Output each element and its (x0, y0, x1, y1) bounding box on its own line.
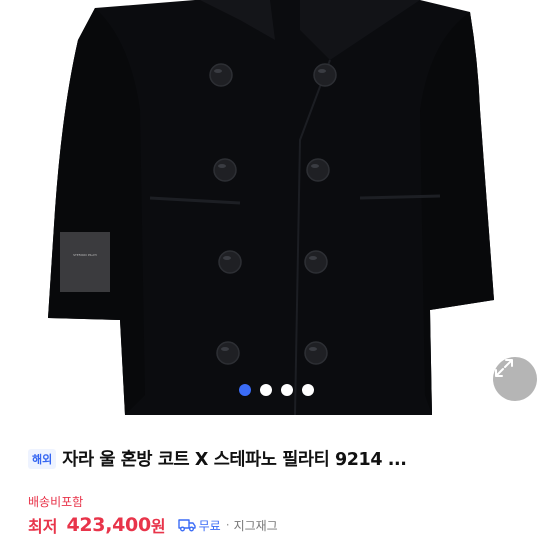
price-value: 423,400 (66, 514, 151, 536)
expand-image-button[interactable] (493, 357, 537, 401)
carousel-dot[interactable] (281, 384, 293, 396)
carousel-dot[interactable] (302, 384, 314, 396)
delivery-truck-icon (177, 519, 196, 532)
product-image-gallery[interactable]: STEFANO PILATI (0, 0, 553, 415)
carousel-dot[interactable] (260, 384, 272, 396)
separator: · (225, 518, 230, 532)
payment-label: 지그재그 (233, 518, 278, 533)
price-label: 최저 (28, 517, 58, 536)
carousel-dot[interactable] (239, 384, 251, 396)
product-title-row[interactable]: 해외 자라 울 혼방 코트 X 스테파노 필라티 9214 ... (28, 446, 407, 471)
svg-text:STEFANO PILATI: STEFANO PILATI (73, 253, 97, 257)
expand-icon (495, 359, 513, 377)
delivery-label: 무료 (198, 518, 221, 533)
shipping-note: 배송비포함 (28, 495, 84, 509)
price-row: 최저 423,400 원 무료 · 지그재그 (28, 513, 278, 537)
carousel-indicator (0, 384, 553, 396)
coat-photo: STEFANO PILATI (48, 0, 494, 415)
overseas-badge: 해외 (28, 448, 57, 469)
product-info: 해외 자라 울 혼방 코트 X 스테파노 필라티 9214 ... 배송비포함 … (0, 415, 553, 553)
product-title[interactable]: 자라 울 혼방 코트 X 스테파노 필라티 9214 ... (62, 446, 407, 471)
price-unit: 원 (150, 517, 166, 536)
